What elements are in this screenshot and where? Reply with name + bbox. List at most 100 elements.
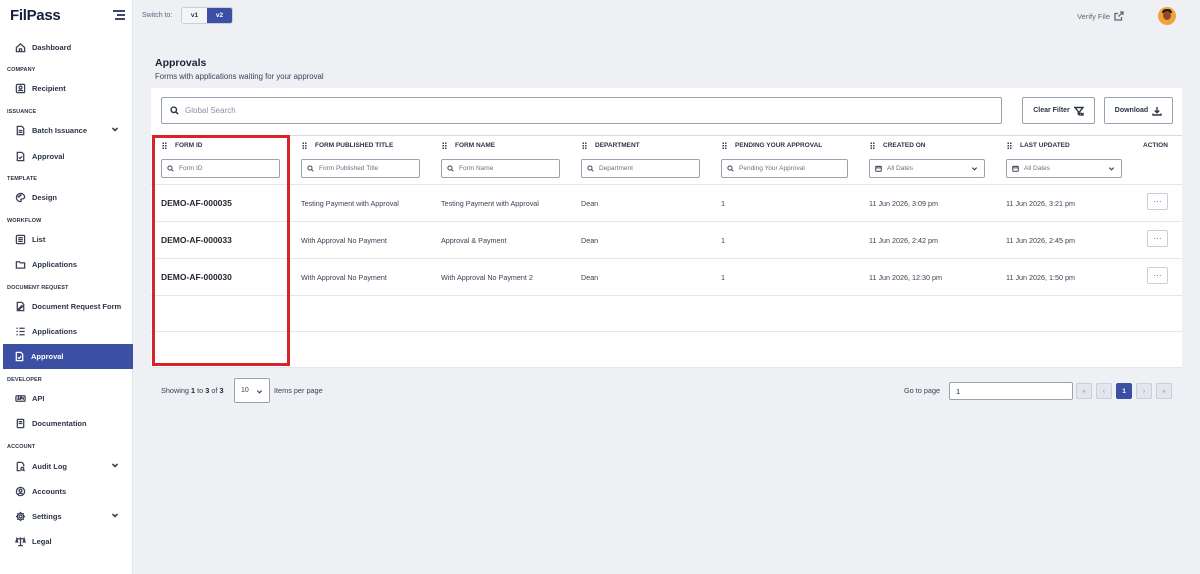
section-label-document-request: DOCUMENT REQUEST — [7, 285, 69, 291]
sidebar-item-settings[interactable]: Settings — [4, 505, 133, 527]
department-filter-placeholder: Department — [599, 165, 633, 172]
pending-filter-input[interactable]: Pending Your Approval — [721, 159, 848, 178]
drag-handle-icon[interactable] — [722, 142, 727, 149]
section-label-company: COMPANY — [7, 67, 36, 73]
column-header-last-updated[interactable]: LAST UPDATED — [1007, 142, 1070, 149]
pending-filter-placeholder: Pending Your Approval — [739, 165, 805, 172]
drag-handle-icon[interactable] — [870, 142, 875, 149]
sidebar-item-audit-log[interactable]: Audit Log — [4, 455, 133, 477]
drag-handle-icon[interactable] — [302, 142, 307, 149]
column-header-pending[interactable]: PENDING YOUR APPROVAL — [722, 142, 822, 149]
sidebar-item-label: Approval — [31, 352, 64, 361]
global-search-placeholder: Global Search — [185, 106, 236, 115]
search-icon — [727, 165, 734, 172]
chevron-down-icon — [971, 165, 978, 172]
user-card-icon — [14, 82, 26, 94]
version-switch[interactable]: v1 v2 — [181, 7, 233, 24]
version-v2-button[interactable]: v2 — [207, 8, 232, 23]
chevron-down-icon[interactable] — [111, 461, 121, 471]
cell-department: Dean — [581, 199, 599, 208]
cell-pending: 1 — [721, 236, 725, 245]
sidebar-item-api[interactable]: API — [4, 387, 133, 409]
cell-pending: 1 — [721, 273, 725, 282]
table-row[interactable]: DEMO-AF-000033 With Approval No Payment … — [151, 221, 1182, 258]
sidebar-item-approval-issuance[interactable]: Approval — [4, 145, 133, 167]
sidebar-item-label: Settings — [32, 511, 62, 521]
clear-filter-button[interactable]: Clear Filter — [1022, 97, 1095, 124]
download-label: Download — [1114, 107, 1149, 114]
sidebar-item-design[interactable]: Design — [4, 186, 133, 208]
go-to-page-input[interactable]: 1 — [949, 382, 1073, 400]
cell-form-name: Testing Payment with Approval — [441, 199, 539, 208]
verify-file-link[interactable]: Verify File — [1077, 11, 1124, 21]
verify-file-label: Verify File — [1077, 11, 1110, 21]
next-page-button[interactable]: › — [1136, 383, 1152, 399]
first-page-button[interactable]: « — [1076, 383, 1092, 399]
search-icon — [587, 165, 594, 172]
more-actions-button[interactable]: ··· — [1147, 267, 1168, 284]
document-stack-icon — [14, 124, 26, 136]
page-1-button[interactable]: 1 — [1116, 383, 1132, 399]
section-label-issuance: ISSUANCE — [7, 109, 37, 115]
menu-toggle-icon[interactable] — [113, 10, 125, 20]
department-filter-input[interactable]: Department — [581, 159, 700, 178]
sidebar-item-dashboard[interactable]: Dashboard — [4, 36, 133, 58]
drag-handle-icon[interactable] — [1007, 142, 1012, 149]
column-header-created-on[interactable]: CREATED ON — [870, 142, 926, 149]
sidebar-item-applications-workflow[interactable]: Applications — [4, 253, 133, 275]
sidebar-item-accounts[interactable]: Accounts — [4, 480, 133, 502]
sidebar-item-legal[interactable]: Legal — [4, 530, 133, 552]
clear-filter-label: Clear Filter — [1033, 107, 1070, 114]
sidebar-item-recipient[interactable]: Recipient — [4, 77, 133, 99]
sidebar-item-documentation[interactable]: Documentation — [4, 412, 133, 434]
sidebar-item-batch-issuance[interactable]: Batch Issuance — [4, 119, 133, 141]
cell-form-name: With Approval No Payment 2 — [441, 273, 533, 282]
drag-handle-icon[interactable] — [442, 142, 447, 149]
chevron-down-icon[interactable] — [111, 125, 121, 135]
palette-icon — [14, 191, 26, 203]
table-row[interactable]: DEMO-AF-000030 With Approval No Payment … — [151, 258, 1182, 295]
version-v1-button[interactable]: v1 — [182, 8, 207, 23]
cell-last-updated: 11 Jun 2026, 2:45 pm — [1006, 236, 1075, 245]
form-published-title-filter-input[interactable]: Form Published Title — [301, 159, 420, 178]
sidebar-item-label: Accounts — [32, 486, 67, 496]
table-row-empty — [151, 331, 1182, 367]
more-actions-button[interactable]: ··· — [1147, 193, 1168, 210]
search-icon — [447, 165, 454, 172]
sidebar-item-list[interactable]: List — [4, 228, 133, 250]
sidebar-item-approval-docreq[interactable]: Approval — [3, 344, 133, 369]
last-updated-date-select[interactable]: All Dates — [1006, 159, 1122, 178]
showing-count: Showing 1 to 3 of 3 — [161, 386, 224, 395]
last-page-button[interactable]: » — [1156, 383, 1172, 399]
app-logo[interactable]: FilPass — [10, 7, 61, 24]
prev-page-button[interactable]: ‹ — [1096, 383, 1112, 399]
created-on-date-select[interactable]: All Dates — [869, 159, 985, 178]
column-header-form-published-title[interactable]: FORM PUBLISHED TITLE — [302, 142, 393, 149]
sidebar-item-label: API — [32, 393, 45, 403]
avatar[interactable] — [1158, 7, 1176, 25]
column-header-form-name[interactable]: FORM NAME — [442, 142, 495, 149]
book-icon — [14, 417, 26, 429]
more-actions-button[interactable]: ··· — [1147, 230, 1168, 247]
cell-created-on: 11 Jun 2026, 2:42 pm — [869, 236, 938, 245]
user-circle-icon — [14, 485, 26, 497]
cell-form-published-title: With Approval No Payment — [301, 236, 387, 245]
items-per-page-select[interactable]: 10 — [234, 378, 270, 403]
search-icon — [307, 165, 314, 172]
drag-handle-icon[interactable] — [582, 142, 587, 149]
sidebar-item-applications-docreq[interactable]: Applications — [4, 320, 133, 342]
download-button[interactable]: Download — [1104, 97, 1173, 124]
cell-last-updated: 11 Jun 2026, 3:21 pm — [1006, 199, 1075, 208]
sidebar-item-document-request-form[interactable]: Document Request Form — [4, 295, 133, 317]
column-header-department[interactable]: DEPARTMENT — [582, 142, 640, 149]
form-name-filter-input[interactable]: Form Name — [441, 159, 560, 178]
created-on-select-value: All Dates — [887, 165, 914, 172]
section-label-account: ACCOUNT — [7, 444, 36, 450]
sidebar-item-label: Audit Log — [32, 461, 67, 471]
global-search-input[interactable]: Global Search — [161, 97, 1002, 124]
chevron-down-icon[interactable] — [111, 511, 121, 521]
cell-form-name: Approval & Payment — [441, 236, 507, 245]
list-numbered-icon — [14, 325, 26, 337]
table-row[interactable]: DEMO-AF-000035 Testing Payment with Appr… — [151, 184, 1182, 222]
gear-icon — [14, 510, 26, 522]
